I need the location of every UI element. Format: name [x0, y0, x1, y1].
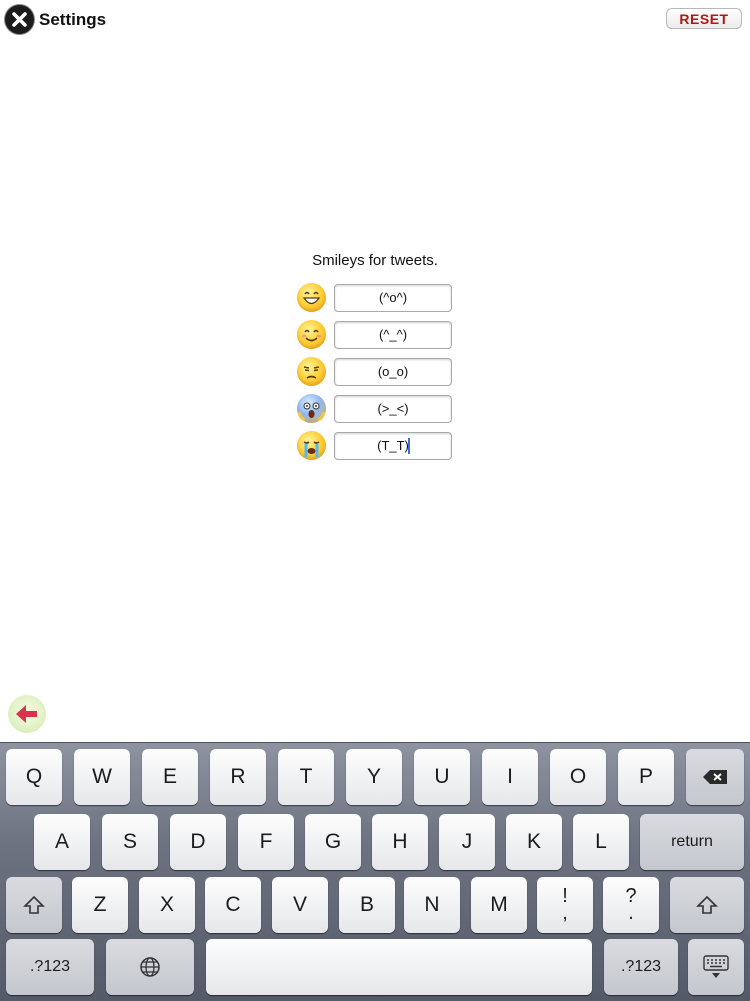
key-h[interactable]: H: [372, 814, 428, 870]
smiley-field-3[interactable]: [334, 357, 452, 386]
smiling-face-icon: [297, 320, 326, 349]
key-g[interactable]: G: [305, 814, 361, 870]
close-icon: [12, 12, 27, 27]
key-e[interactable]: E: [142, 749, 198, 805]
smiley-row: [297, 390, 452, 427]
key-bottom-char: ,: [562, 902, 568, 924]
page-title: Settings: [39, 10, 107, 29]
shift-key-right[interactable]: [670, 877, 744, 933]
back-arrow-icon: [16, 705, 37, 723]
smiley-field-4[interactable]: [334, 394, 452, 423]
space-bar[interactable]: [206, 939, 592, 995]
shift-icon: [696, 895, 718, 914]
smiley-row: [297, 316, 452, 353]
globe-icon: [140, 957, 160, 977]
shift-icon: [23, 895, 45, 914]
key-p[interactable]: P: [618, 749, 674, 805]
numbers-key-left[interactable]: .?123: [6, 939, 94, 995]
key-n[interactable]: N: [404, 877, 460, 933]
smiley-row: [297, 279, 452, 316]
key-exclamation-comma[interactable]: ! ,: [537, 877, 593, 933]
key-d[interactable]: D: [170, 814, 226, 870]
backspace-icon: [703, 770, 727, 784]
key-y[interactable]: Y: [346, 749, 402, 805]
return-key[interactable]: return: [640, 814, 744, 870]
key-q[interactable]: Q: [6, 749, 62, 805]
key-a[interactable]: A: [34, 814, 90, 870]
close-button[interactable]: [5, 5, 34, 34]
key-j[interactable]: J: [439, 814, 495, 870]
smiley-list: [297, 279, 452, 464]
key-w[interactable]: W: [74, 749, 130, 805]
hide-keyboard-icon: [703, 955, 729, 978]
key-question-period[interactable]: ? .: [603, 877, 659, 933]
key-x[interactable]: X: [139, 877, 195, 933]
key-k[interactable]: K: [506, 814, 562, 870]
hide-keyboard-key[interactable]: [688, 939, 744, 995]
key-f[interactable]: F: [238, 814, 294, 870]
smiley-row: [297, 427, 452, 464]
smiley-row: [297, 353, 452, 390]
on-screen-keyboard: Q W E R T Y U I O P A S D F G H J K L re…: [0, 742, 750, 1001]
key-r[interactable]: R: [210, 749, 266, 805]
key-bottom-char: .: [628, 902, 634, 924]
key-t[interactable]: T: [278, 749, 334, 805]
key-o[interactable]: O: [550, 749, 606, 805]
key-u[interactable]: U: [414, 749, 470, 805]
backspace-key[interactable]: [686, 749, 744, 805]
key-v[interactable]: V: [272, 877, 328, 933]
screaming-face-icon: [297, 394, 326, 423]
key-l[interactable]: L: [573, 814, 629, 870]
key-s[interactable]: S: [102, 814, 158, 870]
crying-face-icon: [297, 431, 326, 460]
grinning-face-icon: [297, 283, 326, 312]
shift-key-left[interactable]: [6, 877, 62, 933]
smiley-field-2[interactable]: [334, 320, 452, 349]
globe-key[interactable]: [106, 939, 194, 995]
unamused-face-icon: [297, 357, 326, 386]
text-caret: [408, 438, 410, 454]
reset-button[interactable]: RESET: [666, 8, 742, 29]
key-b[interactable]: B: [339, 877, 395, 933]
key-z[interactable]: Z: [72, 877, 128, 933]
section-heading: Smileys for tweets.: [312, 252, 438, 269]
numbers-key-right[interactable]: .?123: [604, 939, 678, 995]
smiley-field-5[interactable]: [334, 431, 452, 460]
key-i[interactable]: I: [482, 749, 538, 805]
smiley-field-1[interactable]: [334, 283, 452, 312]
back-button[interactable]: [8, 695, 46, 733]
key-m[interactable]: M: [471, 877, 527, 933]
key-c[interactable]: C: [205, 877, 261, 933]
